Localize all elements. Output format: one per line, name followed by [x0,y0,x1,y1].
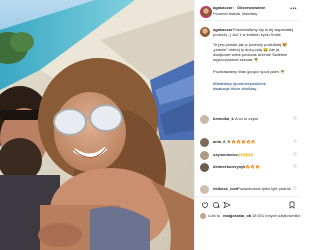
comment-avatar[interactable] [200,115,209,124]
caption-para2-line-2: „prawie” dobrej ty dużą colę 😅 Ale ja [213,48,280,52]
comment-username[interactable]: delmeekuleryoyk [213,165,245,170]
caption-hashtags-line-2[interactable]: #wakacje #love #holiday [213,87,299,92]
header-location[interactable]: Fuvarinni Islands, Malediwy [213,12,283,16]
comment-text: 🙌🙌🙌 [238,153,253,157]
share-icon[interactable] [223,201,231,209]
comment-like-icon[interactable]: ♡ [293,152,297,157]
comment-text: 🔥🔥🔥🔥🔥 [231,140,256,144]
caption-para3-line-1: Pozdrawiamy Was gorąco spod palm 🌴 [213,70,285,74]
comment-text: Pozazdrościć tylko tyle podróży [237,187,291,191]
caption-line-1: Pokochaliśmy się w tej wspaniałej [233,28,294,32]
author-avatar[interactable] [200,6,212,18]
comment-avatar[interactable] [200,163,209,172]
likes-prefix: Lubi to [208,214,221,218]
follow-button[interactable]: Obserwowanie [237,6,265,11]
caption-line-2: podróży ;) Już 1 w krótkim życiu Smile [213,33,281,37]
comment-username[interactable]: szymonkolcz [213,153,238,158]
caption-para2-line-4: wypoczywacie szkoda 🌴 [213,58,259,62]
caption-username[interactable]: agakaczor [213,28,233,33]
likes-user[interactable]: malgorzata_ok [223,214,251,219]
header-divider [195,20,300,21]
instagram-post: agakaczor • Obserwowanie Fuvarinni Islan… [0,0,300,250]
comment-avatar[interactable] [200,185,209,194]
comment-text: 🔥🔥🔥 [245,165,260,169]
like-heart-icon[interactable] [201,201,209,209]
caption-hashtags-line-1[interactable]: #Malediwy #podróżeposlubne [213,82,299,87]
more-options-icon[interactable]: ••• [290,6,297,12]
comment-avatar[interactable] [200,151,209,160]
comment-username[interactable]: bemoika_k [213,117,234,122]
comment-like-icon[interactable]: ♡ [293,164,297,169]
comment-like-icon[interactable]: ♡ [293,186,297,191]
comment-username[interactable]: ania_6_9 [213,140,230,145]
actions-divider [195,196,300,197]
post-side-panel: agakaczor • Obserwowanie Fuvarinni Islan… [194,0,300,250]
comment-like-icon[interactable]: ♡ [293,139,297,144]
caption-avatar[interactable] [200,27,210,37]
comment-text: A co to czyta [235,117,258,121]
beach-selfie-image [0,0,194,250]
likes-suffix[interactable]: i 18 501 innych użytkowników [250,214,300,219]
bookmark-icon[interactable] [288,201,296,209]
caption-para2-line-3: dwójkowe wiele podczas drżenie Świetnie [213,53,288,57]
caption-para2-line-1: To jest prawie jak w podróży poślubnej 😍 [213,43,288,47]
comment-avatar[interactable] [200,138,209,147]
comment-username[interactable]: milkoss_love [213,187,238,192]
header-username[interactable]: agakaczor [213,6,233,11]
likes-avatar[interactable] [200,213,206,219]
comment-like-icon[interactable]: ♡ [293,116,297,121]
header-separator: • [233,6,235,10]
comment-bubble-icon[interactable] [212,201,220,209]
post-photo[interactable] [0,0,194,250]
